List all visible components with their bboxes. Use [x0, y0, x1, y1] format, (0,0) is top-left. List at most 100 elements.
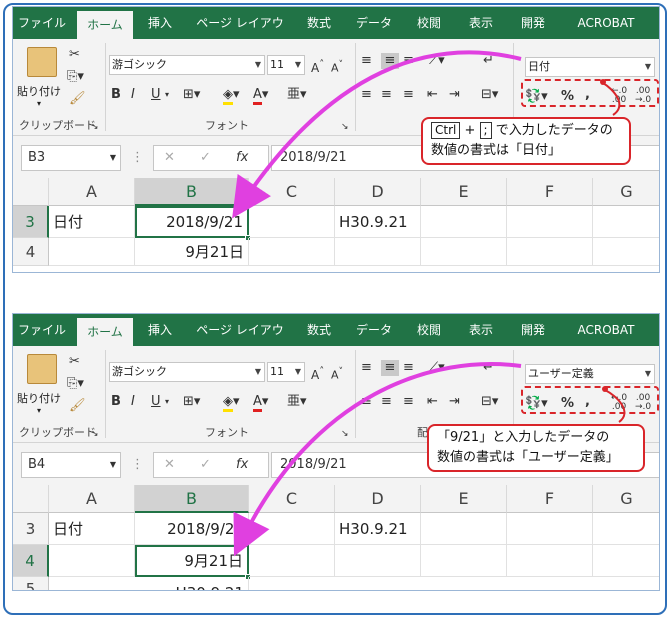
row-header-3[interactable]: 3	[13, 513, 49, 545]
underline-button[interactable]: U	[151, 87, 161, 103]
cell-f4[interactable]	[507, 238, 593, 266]
column-header-g[interactable]: G	[593, 178, 659, 206]
cell-d3[interactable]: H30.9.21	[335, 206, 421, 238]
column-header-c[interactable]: C	[249, 178, 335, 206]
align-bottom-icon[interactable]: ≡	[403, 360, 414, 376]
wrap-text-icon[interactable]: ↵	[483, 53, 494, 69]
increase-indent-icon[interactable]: ⇥	[449, 87, 460, 103]
font-size-select[interactable]: 11 ▼	[267, 362, 305, 382]
decrease-indent-icon[interactable]: ⇤	[427, 394, 438, 410]
tab-review[interactable]: 校閲	[407, 314, 451, 346]
tab-page-layout[interactable]: ページ レイアウト	[191, 7, 289, 62]
column-header-g[interactable]: G	[593, 485, 659, 513]
cell-a3[interactable]: 日付	[49, 513, 135, 545]
decrease-indent-icon[interactable]: ⇤	[427, 87, 438, 103]
italic-button[interactable]: I	[131, 87, 135, 103]
tab-formulas[interactable]: 数式	[297, 7, 341, 39]
column-header-f[interactable]: F	[507, 178, 593, 206]
cell-b4[interactable]: 9月21日	[135, 238, 249, 266]
number-format-select[interactable]: ユーザー定義 ▼	[525, 364, 655, 384]
cancel-icon[interactable]: ✕	[164, 150, 175, 166]
cell-a4[interactable]	[49, 545, 135, 577]
paste-label[interactable]: 貼り付け	[17, 83, 61, 99]
enter-icon[interactable]: ✓	[200, 457, 211, 473]
tab-acrobat[interactable]: ACROBAT	[563, 7, 649, 39]
cell-b4-active[interactable]: 9月21日	[135, 545, 249, 577]
select-all-corner[interactable]	[13, 485, 49, 513]
font-name-select[interactable]: 游ゴシック ▼	[109, 55, 265, 75]
paste-dropdown-icon[interactable]: ▾	[37, 99, 41, 108]
phonetic-icon[interactable]: 亜▾	[287, 87, 307, 103]
format-painter-icon[interactable]: 🖌	[69, 91, 86, 107]
insert-function-icon[interactable]: fx	[236, 150, 248, 166]
format-painter-icon[interactable]: 🖌	[69, 398, 86, 414]
cell-f3[interactable]	[507, 206, 593, 238]
tab-formulas[interactable]: 数式	[297, 314, 341, 346]
increase-font-icon[interactable]: A˄	[311, 57, 324, 76]
increase-font-icon[interactable]: A˄	[311, 364, 324, 383]
increase-indent-icon[interactable]: ⇥	[449, 394, 460, 410]
number-format-select[interactable]: 日付 ▼	[525, 57, 655, 77]
bold-button[interactable]: B	[111, 87, 121, 103]
merge-center-icon[interactable]: ⊟▾	[481, 394, 498, 410]
column-header-c[interactable]: C	[249, 485, 335, 513]
cell-e4[interactable]	[421, 545, 507, 577]
increase-decimal-icon[interactable]: ←.0.00	[611, 394, 627, 412]
tab-insert[interactable]: 挿入	[137, 7, 183, 39]
align-top-icon[interactable]: ≡	[361, 360, 372, 376]
column-header-b[interactable]: B	[135, 178, 249, 206]
cell-g4[interactable]	[593, 238, 659, 266]
more-icon[interactable]: ⋮	[131, 150, 144, 166]
font-name-select[interactable]: 游ゴシック ▼	[109, 362, 265, 382]
decrease-font-icon[interactable]: A˅	[331, 364, 343, 384]
cut-icon[interactable]: ✂	[69, 354, 80, 370]
orientation-icon[interactable]: ⟋▾	[429, 53, 445, 69]
tab-page-layout[interactable]: ページ レイアウト	[191, 314, 289, 369]
align-right-icon[interactable]: ≡	[403, 87, 414, 103]
borders-icon[interactable]: ⊞▾	[183, 394, 200, 410]
column-header-d[interactable]: D	[335, 485, 421, 513]
cell-b3[interactable]: 2018/9/21	[135, 513, 249, 545]
font-launcher-icon[interactable]: ↘	[341, 426, 349, 442]
column-header-e[interactable]: E	[421, 485, 507, 513]
font-launcher-icon[interactable]: ↘	[341, 119, 349, 135]
tab-data[interactable]: データ	[349, 314, 399, 346]
underline-button[interactable]: U	[151, 394, 161, 410]
tab-view[interactable]: 表示	[459, 314, 503, 346]
column-header-f[interactable]: F	[507, 485, 593, 513]
percent-button[interactable]: %	[561, 396, 574, 412]
align-right-icon[interactable]: ≡	[403, 394, 414, 410]
more-icon[interactable]: ⋮	[131, 457, 144, 473]
paste-icon[interactable]	[27, 47, 57, 77]
fill-color-icon[interactable]: ◈▾	[223, 87, 240, 105]
underline-dropdown-icon[interactable]: ▾	[165, 394, 169, 410]
increase-decimal-icon[interactable]: ←.0.00	[611, 87, 627, 105]
tab-home[interactable]: ホーム	[77, 318, 133, 346]
paste-dropdown-icon[interactable]: ▾	[37, 406, 41, 415]
row-header-4[interactable]: 4	[13, 545, 49, 577]
wrap-text-icon[interactable]: ↵	[483, 360, 494, 376]
borders-icon[interactable]: ⊞▾	[183, 87, 200, 103]
name-box[interactable]: B4 ▼	[21, 452, 121, 478]
cell-e4[interactable]	[421, 238, 507, 266]
paste-icon[interactable]	[27, 354, 57, 384]
cell-b5[interactable]: H30.9.21	[135, 577, 249, 590]
cell-f4[interactable]	[507, 545, 593, 577]
tab-developer[interactable]: 開発	[511, 314, 555, 346]
column-header-b[interactable]: B	[135, 485, 249, 513]
cell-c4[interactable]	[249, 238, 335, 266]
tab-view[interactable]: 表示	[459, 7, 503, 39]
italic-button[interactable]: I	[131, 394, 135, 410]
decrease-decimal-icon[interactable]: .00 →.0	[635, 394, 651, 412]
row-header-3[interactable]: 3	[13, 206, 49, 238]
copy-icon[interactable]: ⎘▾	[67, 69, 84, 85]
decrease-decimal-icon[interactable]: .00 →.0	[635, 87, 651, 105]
cell-f3[interactable]	[507, 513, 593, 545]
name-box[interactable]: B3 ▼	[21, 145, 121, 171]
underline-dropdown-icon[interactable]: ▾	[165, 87, 169, 103]
tab-review[interactable]: 校閲	[407, 7, 451, 39]
fill-color-icon[interactable]: ◈▾	[223, 394, 240, 412]
paste-label[interactable]: 貼り付け	[17, 390, 61, 406]
align-left-icon[interactable]: ≡	[361, 87, 372, 103]
clipboard-launcher-icon[interactable]: ↘	[91, 426, 99, 442]
